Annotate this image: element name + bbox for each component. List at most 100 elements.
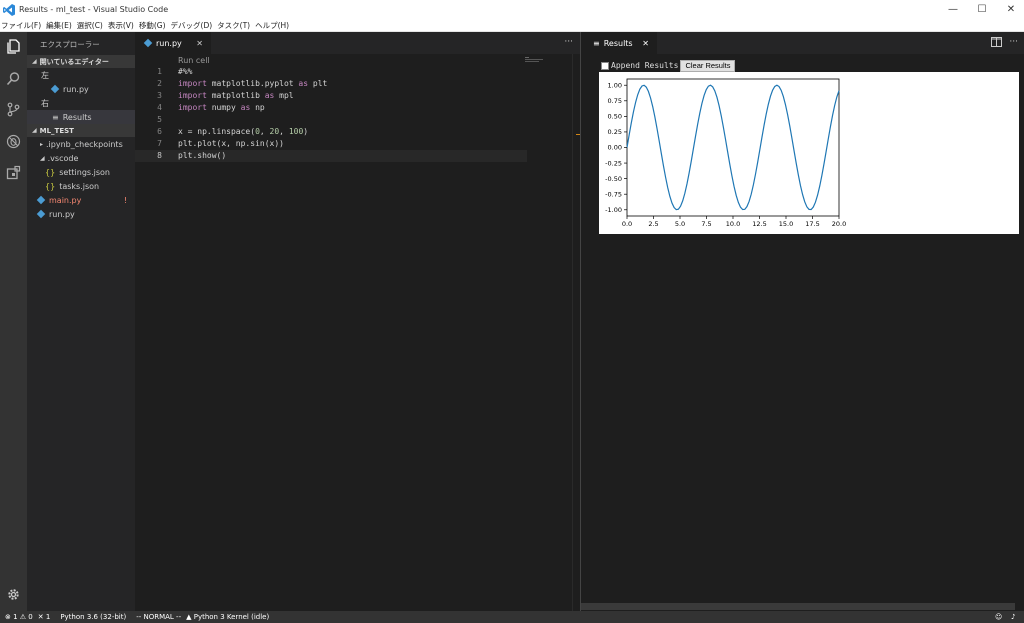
split-editor-icon[interactable]: [991, 37, 1002, 47]
file-run-label: run.py: [49, 209, 75, 219]
preview-icon: ≡: [52, 112, 59, 122]
line-number: 2: [157, 79, 162, 88]
code-text: plt.show(): [178, 151, 227, 160]
search-icon[interactable]: [4, 69, 23, 88]
activity-bar: [0, 32, 27, 611]
minimap[interactable]: [525, 57, 547, 63]
python-file-icon: [36, 195, 46, 205]
feedback-smiley-icon[interactable]: ☺: [995, 613, 1002, 621]
chevron-down-icon: ◢: [40, 154, 45, 162]
problems-indicator[interactable]: ⊗ 1 ⚠ 0: [5, 613, 33, 621]
open-editor-results-label: Results: [62, 112, 92, 122]
y-tick-label: 0.00: [608, 144, 622, 152]
close-button[interactable]: ✕: [994, 0, 1024, 19]
code-line: 6 x = np.linspace(0, 20, 100): [135, 126, 527, 138]
file-tasks-json[interactable]: {} tasks.json: [27, 179, 135, 193]
editor-group-right[interactable]: 右: [27, 96, 135, 110]
line-number: 1: [157, 67, 162, 76]
code-text: import matplotlib as mpl: [178, 91, 294, 100]
tab-run-py-label: run.py: [156, 38, 182, 48]
y-tick-label: 0.50: [608, 113, 622, 121]
debug-icon[interactable]: [4, 132, 23, 151]
source-control-icon[interactable]: [4, 100, 23, 119]
open-editor-results[interactable]: ≡ Results: [27, 110, 135, 124]
menu-selection[interactable]: 選択(C): [77, 20, 103, 31]
explorer-title: エクスプローラー: [40, 40, 100, 49]
menu-go[interactable]: 移動(G): [139, 20, 166, 31]
menu-view[interactable]: 表示(V): [108, 20, 134, 31]
editor-group-left[interactable]: 左: [27, 68, 135, 82]
folder-vscode[interactable]: ◢ .vscode: [27, 151, 135, 165]
run-cell-codelens[interactable]: Run cell: [178, 56, 210, 65]
open-editor-run-label: run.py: [63, 84, 89, 94]
tab-run-py[interactable]: run.py ✕: [135, 32, 211, 54]
line-number: 8: [157, 151, 162, 160]
open-editors-header[interactable]: ◢ 開いているエディター: [27, 55, 135, 68]
menu-debug[interactable]: デバッグ(D): [171, 20, 213, 31]
more-actions-icon[interactable]: ···: [1009, 37, 1018, 47]
group-left-label: 左: [41, 70, 49, 80]
code-editor[interactable]: Run cell 1 #%% 2 import matplotlib.pyplot …: [135, 54, 583, 611]
file-tasks-label: tasks.json: [59, 181, 100, 191]
code-text: plt.plot(x, np.sin(x)): [178, 139, 284, 148]
code-text: x = np.linspace(0, 20, 100): [178, 127, 309, 136]
tools-indicator[interactable]: ✕ 1: [38, 613, 51, 621]
workspace-header[interactable]: ◢ ML_TEST: [27, 124, 135, 137]
vim-mode: -- NORMAL --: [136, 613, 182, 621]
python-interpreter[interactable]: Python 3.6 (32-bit): [60, 613, 126, 621]
code-text: import matplotlib.pyplot as plt: [178, 79, 328, 88]
editor-tabs-right: ≡ Results ✕ ···: [581, 32, 1024, 54]
tab-results[interactable]: ≡ Results ✕: [581, 32, 657, 54]
append-results-checkbox[interactable]: [601, 61, 609, 70]
x-tick-label: 0.0: [622, 220, 632, 228]
menu-edit[interactable]: 編集(E): [46, 20, 72, 31]
clear-results-button[interactable]: Clear Results: [680, 59, 736, 72]
gear-icon[interactable]: [4, 585, 23, 604]
y-tick-label: -0.50: [605, 175, 622, 183]
group-right-label: 右: [41, 98, 49, 108]
code-text: #%%: [178, 67, 193, 76]
window-title: Results - ml_test - Visual Studio Code: [19, 5, 169, 14]
code-line: 2 import matplotlib.pyplot as plt: [135, 78, 527, 90]
menu-help[interactable]: ヘルプ(H): [255, 20, 289, 31]
file-main-py[interactable]: main.py !: [27, 193, 135, 207]
extensions-icon[interactable]: [4, 163, 23, 182]
python-file-icon: [36, 209, 46, 219]
file-run-py[interactable]: run.py: [27, 207, 135, 221]
folder-vscode-label: .vscode: [47, 153, 79, 163]
explorer-sidebar: エクスプローラー ◢ 開いているエディター 左 run.py 右 ≡ Resul…: [27, 32, 135, 611]
json-file-icon: {}: [45, 181, 56, 191]
menu-file[interactable]: ファイル(F): [1, 20, 41, 31]
file-settings-label: settings.json: [59, 167, 110, 177]
editor-tabs-left: run.py ✕ ···: [135, 32, 581, 54]
vscode-logo-icon: [3, 3, 15, 16]
close-icon[interactable]: ✕: [642, 39, 649, 48]
plot-output: 0.0 2.5 5.0 7.5 10.0 12.5 15.0 17.5 20.0 1.00 0.75…: [599, 72, 1019, 234]
x-tick-label: 15.0: [779, 220, 793, 228]
line-number: 6: [157, 127, 162, 136]
chevron-down-icon: ◢: [32, 127, 37, 134]
append-results-label: Append Results: [611, 61, 679, 70]
python-file-icon: [143, 38, 153, 48]
error-badge: !: [124, 195, 128, 205]
code-line: 3 import matplotlib as mpl: [135, 90, 527, 102]
y-tick-label: -1.00: [605, 206, 622, 214]
code-text: import numpy as np: [178, 103, 265, 112]
more-actions-icon[interactable]: ···: [564, 37, 573, 47]
menu-tasks[interactable]: タスク(T): [217, 20, 250, 31]
close-icon[interactable]: ✕: [196, 39, 203, 48]
open-editors-label: 開いているエディター: [39, 57, 109, 66]
open-editor-run-py[interactable]: run.py: [27, 82, 135, 96]
folder-ipynb-checkpoints[interactable]: ▸ .ipynb_checkpoints: [27, 137, 135, 151]
file-settings-json[interactable]: {} settings.json: [27, 165, 135, 179]
results-panel: Append Results Clear Results 0.0 2.5 5.0 7.…: [581, 54, 1024, 611]
folder-checkpoints-label: .ipynb_checkpoints: [46, 139, 123, 149]
bell-icon[interactable]: ♪: [1011, 613, 1015, 621]
y-tick-label: 0.25: [608, 128, 622, 136]
files-icon[interactable]: [4, 37, 23, 56]
x-tick-label: 2.5: [648, 220, 658, 228]
kernel-status[interactable]: ▲ Python 3 Kernel (idle): [186, 613, 269, 621]
results-horizontal-scrollbar[interactable]: [581, 603, 1015, 610]
x-tick-label: 12.5: [752, 220, 766, 228]
y-tick-label: -0.25: [605, 159, 622, 167]
